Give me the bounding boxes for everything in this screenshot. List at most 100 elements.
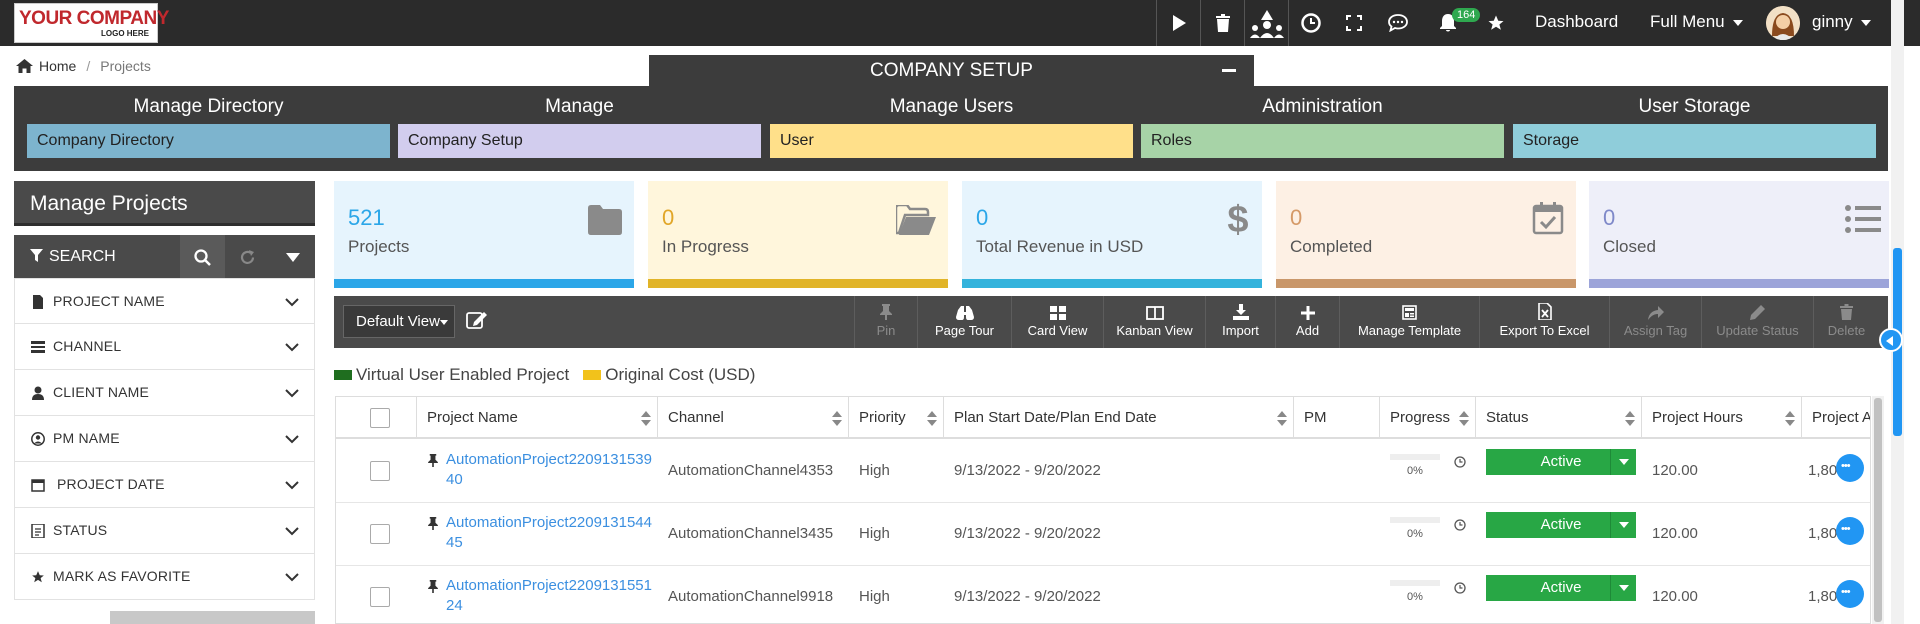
column-header-priority[interactable]: Priority xyxy=(849,397,944,439)
wizard-team-icon[interactable] xyxy=(1244,0,1288,46)
row-actions-button[interactable] xyxy=(1836,517,1864,545)
table-row[interactable]: AutomationProject2209131551 24 Automation… xyxy=(336,566,1870,623)
column-header-project-hours[interactable]: Project Hours xyxy=(1642,397,1802,439)
kanban-view-button[interactable]: Kanban View xyxy=(1103,296,1205,348)
stat-bar xyxy=(1589,279,1889,288)
filter-label: STATUS xyxy=(53,522,108,538)
menu-item-user[interactable]: User xyxy=(770,124,1133,158)
clock-icon[interactable] xyxy=(1454,582,1466,594)
add-button[interactable]: Add xyxy=(1275,296,1339,348)
export-to-excel-button[interactable]: Export To Excel xyxy=(1479,296,1609,348)
trash-icon[interactable] xyxy=(1200,0,1244,46)
status-dropdown[interactable]: Active xyxy=(1486,449,1636,475)
card-view-button[interactable]: Card View xyxy=(1011,296,1103,348)
channel-icon xyxy=(31,341,45,353)
collapse-icon[interactable] xyxy=(1222,69,1236,72)
bell-icon[interactable] xyxy=(1426,0,1470,46)
priority-cell: High xyxy=(859,588,890,605)
stat-value: 521 xyxy=(348,205,385,230)
column-header-project-amount[interactable]: Project A xyxy=(1802,397,1870,439)
expand-collapse-button[interactable] xyxy=(110,611,315,624)
column-header-progress[interactable]: Progress xyxy=(1380,397,1476,439)
user-menu-dropdown[interactable]: ginny xyxy=(1812,12,1871,32)
search-button[interactable] xyxy=(180,235,225,279)
stat-card-completed[interactable]: 0 Completed xyxy=(1276,181,1576,288)
select-all-checkbox[interactable] xyxy=(370,408,390,428)
table-row[interactable]: AutomationProject2209131544 45 Automation… xyxy=(336,503,1870,566)
search-options-dropdown[interactable] xyxy=(270,235,315,279)
breadcrumb-home[interactable]: Home xyxy=(39,58,76,74)
menu-item-company-directory[interactable]: Company Directory xyxy=(27,124,390,158)
pin-icon[interactable] xyxy=(428,580,438,593)
column-header-status[interactable]: Status xyxy=(1476,397,1642,439)
star-icon[interactable] xyxy=(1474,0,1518,46)
refresh-icon xyxy=(240,249,255,264)
update-status-button[interactable]: Update Status xyxy=(1701,296,1813,348)
menu-item-storage[interactable]: Storage xyxy=(1513,124,1876,158)
filter-mark-as-favorite[interactable]: MARK AS FAVORITE xyxy=(14,554,315,600)
binoculars-icon xyxy=(955,306,974,320)
menu-item-roles[interactable]: Roles xyxy=(1141,124,1504,158)
delete-button[interactable]: Delete xyxy=(1813,296,1879,348)
breadcrumb-separator: / xyxy=(86,58,91,74)
stat-card-projects[interactable]: 521 Projects xyxy=(334,181,634,288)
filter-channel[interactable]: CHANNEL xyxy=(14,324,315,370)
table-row[interactable]: AutomationProject2209131539 40 Automation… xyxy=(336,440,1870,503)
status-dropdown[interactable]: Active xyxy=(1486,512,1636,538)
column-header-project-name[interactable]: Project Name xyxy=(417,397,658,439)
import-button[interactable]: Import xyxy=(1205,296,1275,348)
filter-project-name[interactable]: PROJECT NAME xyxy=(14,278,315,324)
project-name-link[interactable]: AutomationProject2209131539 40 xyxy=(446,450,652,490)
avatar[interactable] xyxy=(1766,6,1800,40)
company-setup-title: COMPANY SETUP xyxy=(870,60,1033,81)
pin-button[interactable]: Pin xyxy=(854,296,917,348)
status-dropdown[interactable]: Active xyxy=(1486,575,1636,601)
column-header-pm[interactable]: PM xyxy=(1294,397,1380,439)
progress-text: 0% xyxy=(1407,465,1423,477)
row-checkbox[interactable] xyxy=(370,461,390,481)
stat-card-total-revenue[interactable]: 0 Total Revenue in USD $ xyxy=(962,181,1262,288)
clock-icon[interactable] xyxy=(1288,0,1332,46)
table-scrollbar-thumb[interactable] xyxy=(1874,398,1882,622)
row-checkbox[interactable] xyxy=(370,587,390,607)
column-header-channel[interactable]: Channel xyxy=(658,397,849,439)
dashboard-link[interactable]: Dashboard xyxy=(1535,12,1618,32)
status-value: Active xyxy=(1540,579,1582,596)
row-actions-button[interactable] xyxy=(1836,454,1864,482)
project-name-link[interactable]: AutomationProject2209131551 24 xyxy=(446,576,652,616)
play-icon[interactable] xyxy=(1156,0,1200,46)
full-menu-dropdown[interactable]: Full Menu xyxy=(1650,12,1743,32)
assign-tag-button[interactable]: Assign Tag xyxy=(1609,296,1701,348)
legend-label: Virtual User Enabled Project xyxy=(356,365,570,384)
column-header-plan-dates[interactable]: Plan Start Date/Plan End Date xyxy=(944,397,1294,439)
menu-item-company-setup[interactable]: Company Setup xyxy=(398,124,761,158)
manage-template-button[interactable]: Manage Template xyxy=(1339,296,1479,348)
side-panel-toggle[interactable] xyxy=(1879,328,1903,352)
filter-client-name[interactable]: CLIENT NAME xyxy=(14,370,315,416)
view-selector[interactable]: Default View xyxy=(343,305,455,338)
row-checkbox[interactable] xyxy=(370,524,390,544)
edit-view-icon[interactable] xyxy=(466,310,488,330)
sort-icon xyxy=(1625,411,1635,426)
clock-icon[interactable] xyxy=(1454,519,1466,531)
row-actions-button[interactable] xyxy=(1836,580,1864,608)
chat-icon[interactable] xyxy=(1376,0,1420,46)
pin-icon[interactable] xyxy=(428,517,438,530)
projects-table: Project Name Channel Priority Plan Start… xyxy=(335,396,1871,624)
company-logo[interactable]: YOUR COMPANY LOGO HERE xyxy=(14,3,169,43)
project-name-link[interactable]: AutomationProject2209131544 45 xyxy=(446,513,652,553)
clock-icon[interactable] xyxy=(1454,456,1466,468)
search-toggle[interactable]: SEARCH xyxy=(14,235,180,279)
filter-pm-name[interactable]: PM NAME xyxy=(14,416,315,462)
stat-card-in-progress[interactable]: 0 In Progress xyxy=(648,181,948,288)
pin-icon[interactable] xyxy=(428,454,438,467)
page-tour-button[interactable]: Page Tour xyxy=(917,296,1011,348)
stat-card-closed[interactable]: 0 Closed xyxy=(1589,181,1889,288)
table-scrollbar[interactable] xyxy=(1872,396,1884,624)
reset-search-button[interactable] xyxy=(225,235,270,279)
sort-icon xyxy=(1459,411,1469,426)
filter-status[interactable]: STATUS xyxy=(14,508,315,554)
page-scrollbar[interactable] xyxy=(1891,0,1904,624)
filter-project-date[interactable]: PROJECT DATE xyxy=(14,462,315,508)
fullscreen-icon[interactable] xyxy=(1332,0,1376,46)
